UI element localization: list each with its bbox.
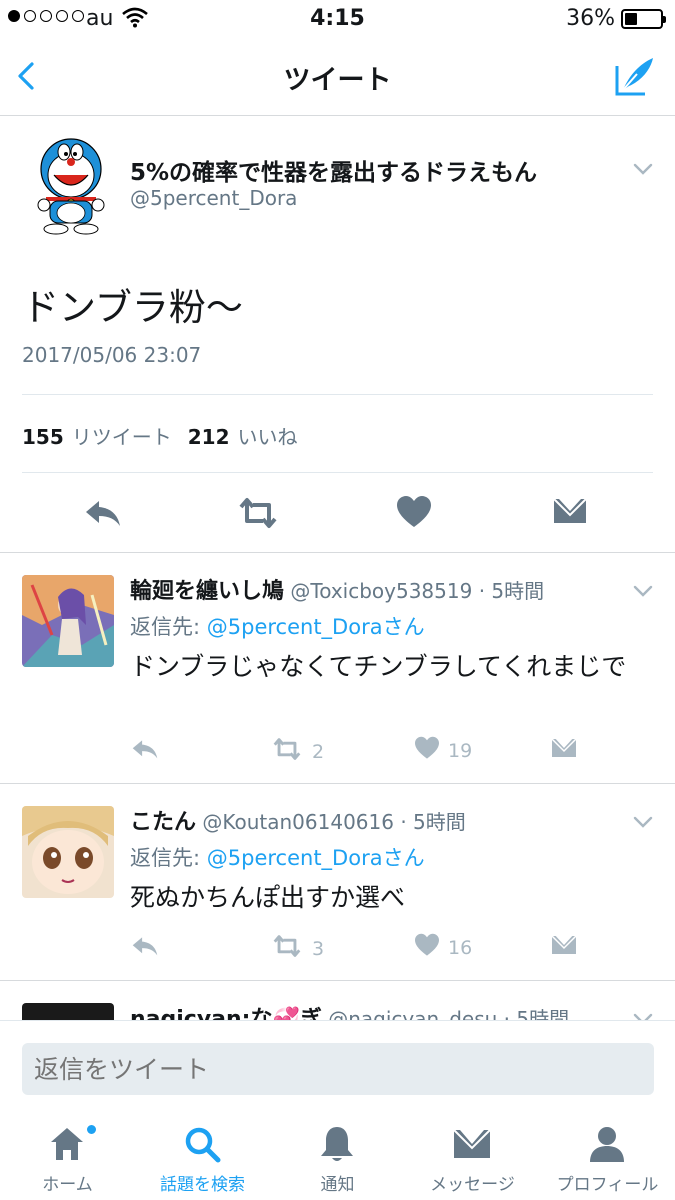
- reply-icon[interactable]: [83, 495, 123, 531]
- tweet-text: ドンブラ粉〜: [22, 286, 243, 329]
- avatar[interactable]: [22, 1003, 114, 1020]
- user-handle[interactable]: @Toxicboy538519: [290, 579, 472, 603]
- like-count: 19: [448, 739, 473, 762]
- reply-to-line: 返信先: @5percent_Doraさん: [130, 611, 425, 641]
- chevron-down-icon[interactable]: [633, 583, 653, 597]
- reply-header: 輪廻を纏いし鳩 @Toxicboy538519 · 5時間: [130, 573, 544, 605]
- tab-search[interactable]: 話題を検索: [135, 1112, 270, 1200]
- like-button[interactable]: 19: [414, 736, 472, 765]
- share-envelope-icon[interactable]: [552, 495, 592, 531]
- tweet-actions: [0, 487, 675, 537]
- main-tweet: 5%の確率で性器を露出するドラえもん @5percent_Dora ドンブラ粉〜…: [0, 117, 675, 553]
- reply-header: nagicyan:な💞ぎ @nagicyan_desu · 5時間: [130, 1001, 569, 1020]
- reply-to-link[interactable]: @5percent_Doraさん: [207, 846, 425, 870]
- reply-time: · 5時間: [400, 810, 466, 834]
- compose-icon[interactable]: [613, 54, 657, 98]
- reply-text: ドンブラじゃなくてチンブラしてくれまじで: [130, 652, 627, 681]
- reply-tweet[interactable]: 輪廻を纏いし鳩 @Toxicboy538519 · 5時間 返信先: @5per…: [0, 553, 675, 784]
- heart-icon[interactable]: [396, 495, 436, 531]
- reply-tweet[interactable]: nagicyan:な💞ぎ @nagicyan_desu · 5時間: [0, 981, 675, 1020]
- share-envelope-icon[interactable]: [550, 933, 578, 957]
- tab-label: メッセージ: [430, 1175, 515, 1195]
- page-title: ツイート: [283, 65, 392, 96]
- tweet-timestamp: 2017/05/06 23:07: [22, 343, 202, 367]
- reply-text: 死ぬかちんぽ出すか選べ: [130, 883, 406, 912]
- chevron-down-icon[interactable]: [633, 161, 653, 175]
- retweet-count[interactable]: 155: [22, 425, 64, 449]
- retweet-button[interactable]: 3: [270, 933, 324, 964]
- reply-icon[interactable]: [130, 736, 160, 762]
- tab-label: プロフィール: [556, 1175, 659, 1195]
- display-name[interactable]: こたん: [130, 810, 196, 835]
- like-label[interactable]: いいね: [238, 421, 298, 450]
- display-name[interactable]: 5%の確率で性器を露出するドラえもん: [130, 153, 537, 187]
- like-count[interactable]: 212: [188, 425, 230, 449]
- retweet-count: 3: [312, 937, 325, 960]
- like-button[interactable]: 16: [414, 933, 472, 962]
- reply-to-line: 返信先: @5percent_Doraさん: [130, 842, 425, 872]
- tab-label: ホーム: [42, 1175, 93, 1195]
- person-icon: [587, 1124, 627, 1164]
- tab-profile[interactable]: プロフィール: [540, 1112, 675, 1200]
- reply-time: · 5時間: [503, 1007, 570, 1020]
- retweet-label[interactable]: リツイート: [72, 421, 172, 450]
- reply-input[interactable]: [22, 1043, 654, 1095]
- like-count: 16: [448, 936, 473, 959]
- notification-dot: [86, 1124, 97, 1135]
- envelope-icon: [452, 1124, 492, 1164]
- user-handle[interactable]: @Koutan06140616: [202, 810, 394, 834]
- reply-to-link[interactable]: @5percent_Doraさん: [207, 615, 425, 639]
- avatar[interactable]: [36, 135, 106, 235]
- heart-icon: [414, 933, 440, 962]
- reply-actions: 2 19: [130, 736, 655, 766]
- avatar[interactable]: [22, 806, 114, 898]
- battery-percent: 36%: [566, 6, 615, 31]
- reply-composer-bar: [0, 1020, 675, 1112]
- user-handle[interactable]: @nagicyan_desu: [328, 1007, 497, 1020]
- tab-bar: ホーム 話題を検索 通知 メッセージ プロフィール: [0, 1112, 675, 1200]
- reply-tweet[interactable]: こたん @Koutan06140616 · 5時間 返信先: @5percent…: [0, 784, 675, 981]
- reply-actions: 3 16: [130, 933, 655, 963]
- reply-icon[interactable]: [130, 933, 160, 959]
- tab-notifications[interactable]: 通知: [270, 1112, 405, 1200]
- reply-to-label: 返信先:: [130, 846, 207, 870]
- battery-icon: [621, 9, 666, 29]
- tab-messages[interactable]: メッセージ: [405, 1112, 540, 1200]
- reply-to-label: 返信先:: [130, 615, 207, 639]
- retweet-icon[interactable]: [237, 495, 277, 531]
- tab-label: 通知: [320, 1175, 355, 1195]
- bell-icon: [317, 1124, 357, 1164]
- retweet-button[interactable]: 2: [270, 736, 324, 767]
- display-name[interactable]: nagicyan:な💞ぎ: [130, 1007, 322, 1020]
- reply-header: こたん @Koutan06140616 · 5時間: [130, 804, 466, 836]
- chevron-down-icon[interactable]: [633, 1011, 653, 1020]
- reply-time: · 5時間: [478, 579, 545, 603]
- user-handle[interactable]: @5percent_Dora: [130, 186, 297, 210]
- share-envelope-icon[interactable]: [550, 736, 578, 760]
- chevron-down-icon[interactable]: [633, 814, 653, 828]
- status-bar: au 4:15 36%: [0, 0, 675, 38]
- tweet-stats: 155 リツイート 212 いいね: [22, 421, 314, 450]
- retweet-icon: [270, 736, 304, 767]
- heart-icon: [414, 736, 440, 765]
- nav-bar: ツイート: [0, 38, 675, 116]
- display-name[interactable]: 輪廻を纏いし鳩: [130, 579, 284, 604]
- divider: [22, 472, 653, 473]
- retweet-count: 2: [312, 740, 325, 763]
- search-icon: [182, 1124, 222, 1164]
- avatar[interactable]: [22, 575, 114, 667]
- home-icon: [47, 1124, 87, 1164]
- retweet-icon: [270, 933, 304, 964]
- tab-label: 話題を検索: [160, 1175, 245, 1195]
- tab-home[interactable]: ホーム: [0, 1112, 135, 1200]
- divider: [22, 394, 653, 395]
